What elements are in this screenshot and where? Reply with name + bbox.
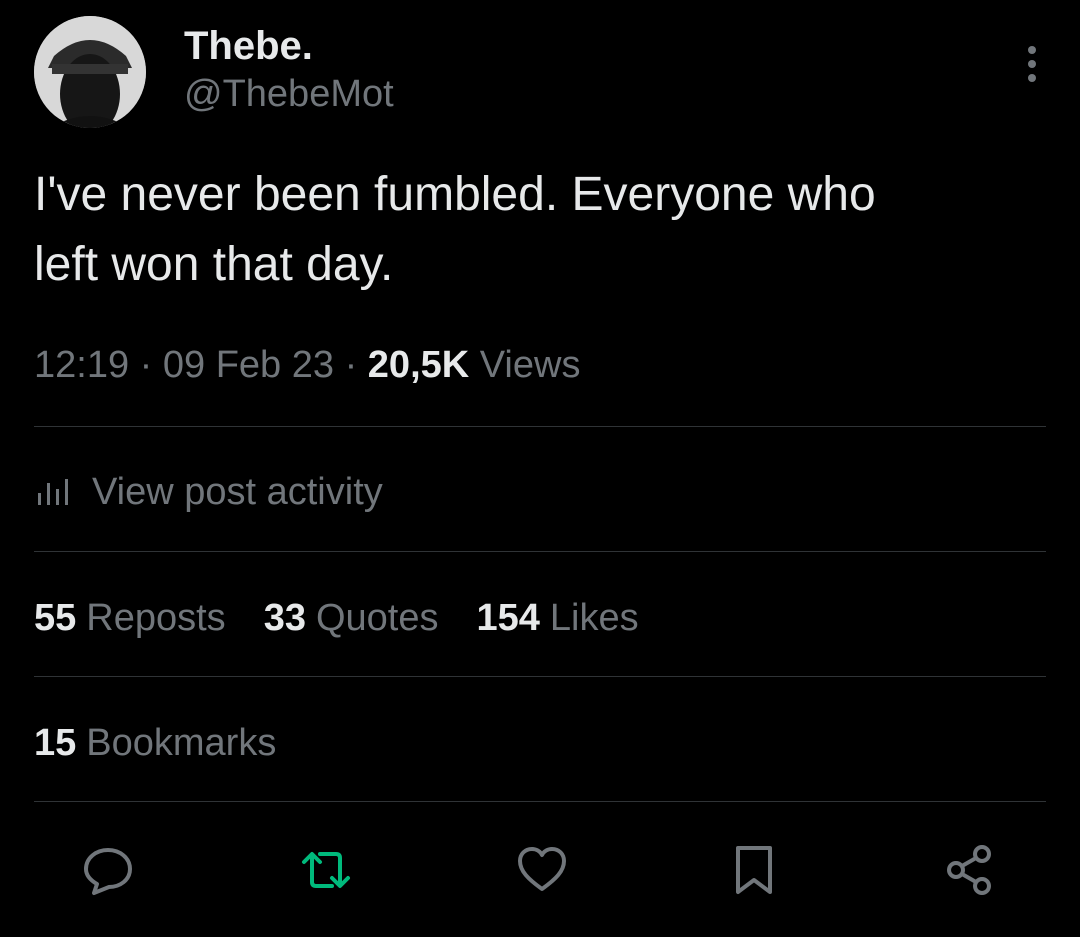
likes-stat[interactable]: 154 Likes — [477, 597, 639, 640]
reposts-label: Reposts — [86, 596, 226, 639]
avatar-image — [34, 16, 146, 128]
divider — [34, 801, 1046, 802]
action-bar — [34, 838, 1046, 902]
more-options-icon[interactable] — [1022, 44, 1042, 84]
tweet-date[interactable]: 09 Feb 23 — [163, 344, 334, 386]
repost-icon — [302, 852, 350, 888]
analytics-icon — [38, 479, 68, 505]
view-post-activity-label: View post activity — [92, 470, 383, 513]
bookmark-button[interactable] — [722, 838, 786, 902]
meta-separator: · — [139, 344, 153, 386]
bookmarks-label: Bookmarks — [86, 721, 277, 764]
tweet-header: Thebe. @ThebeMot — [34, 16, 1046, 132]
reply-button[interactable] — [76, 838, 140, 902]
divider — [34, 676, 1046, 677]
quotes-label: Quotes — [315, 596, 439, 639]
share-button[interactable] — [938, 838, 1002, 902]
views-count: 20,5K — [367, 344, 470, 386]
divider — [34, 426, 1046, 427]
avatar[interactable] — [34, 16, 146, 128]
reposts-stat[interactable]: 55 Reposts — [34, 597, 226, 640]
likes-count: 154 — [476, 596, 540, 639]
bookmarks-stat[interactable]: 15 Bookmarks — [34, 717, 276, 769]
like-button[interactable] — [510, 838, 574, 902]
display-name[interactable]: Thebe. — [184, 24, 313, 68]
tweet-time[interactable]: 12:19 — [34, 344, 129, 386]
divider — [34, 551, 1046, 552]
share-icon — [947, 845, 991, 895]
like-icon — [518, 847, 566, 891]
quotes-stat[interactable]: 33 Quotes — [264, 597, 439, 640]
repost-button[interactable] — [294, 838, 358, 902]
reposts-count: 55 — [34, 596, 77, 639]
meta-separator: · — [344, 344, 358, 386]
tweet-text: I've never been fumbled. Everyone who le… — [34, 168, 876, 291]
quotes-count: 33 — [263, 596, 306, 639]
bookmarks-count: 15 — [34, 721, 77, 764]
reply-icon — [84, 848, 132, 895]
user-handle[interactable]: @ThebeMot — [184, 72, 394, 116]
views-label: Views — [479, 344, 581, 386]
likes-label: Likes — [549, 596, 639, 639]
engagement-stats: 55 Reposts 33 Quotes 154 Likes — [34, 592, 677, 644]
view-post-activity-link[interactable]: View post activity — [34, 466, 383, 518]
bookmark-icon — [736, 846, 772, 894]
tweet-meta: 12:19 · 09 Feb 23 · 20,5K Views — [34, 340, 580, 390]
